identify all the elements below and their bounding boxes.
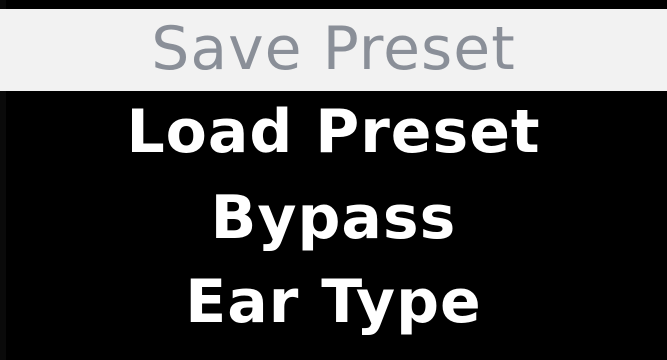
menu-item-label: Bypass [210, 183, 457, 253]
menu-item-label: Ear Type [185, 267, 482, 337]
menu-item-ear-type[interactable]: Ear Type [0, 272, 667, 342]
menu-item-label: Load Preset [126, 97, 541, 167]
menu-item-label: Save Preset [151, 14, 516, 84]
menu-item-bypass[interactable]: Bypass [0, 188, 667, 258]
menu-item-save-preset[interactable]: Save Preset [0, 9, 667, 91]
device-display: Save Preset Load Preset Bypass Ear Type [0, 0, 667, 360]
menu-item-load-preset[interactable]: Load Preset [0, 102, 667, 172]
